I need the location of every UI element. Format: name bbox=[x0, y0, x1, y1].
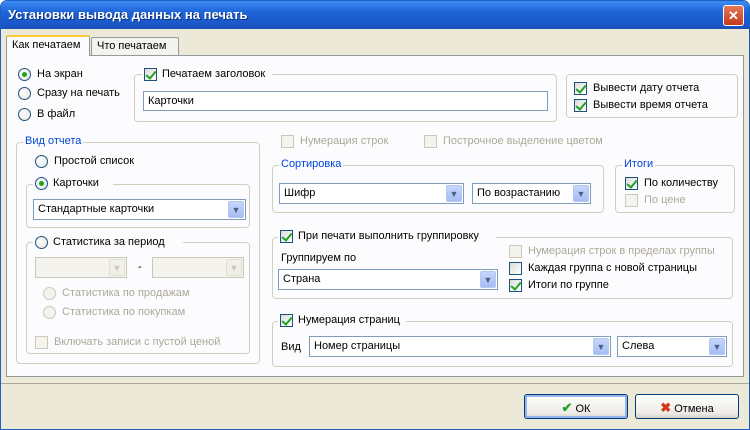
numbering-within-group-label: Нумерация строк в пределах группы bbox=[528, 245, 715, 257]
chevron-down-icon[interactable]: ▼ bbox=[709, 338, 725, 355]
tab-panel: На экран Сразу на печать В файл Печатаем… bbox=[6, 55, 744, 377]
radio-stats-by-sales-label: Статистика по продажам bbox=[62, 287, 190, 299]
show-time-label: Вывести время отчета bbox=[593, 99, 708, 111]
chevron-down-icon[interactable]: ▼ bbox=[109, 259, 125, 276]
cancel-x-icon: ✖ bbox=[660, 400, 672, 415]
totals-by-quantity-label: По количеству bbox=[644, 177, 718, 189]
header-text-input[interactable]: Карточки bbox=[143, 91, 548, 111]
report-type-legend: Вид отчета bbox=[23, 135, 84, 147]
radio-to-printer-label: Сразу на печать bbox=[37, 87, 120, 99]
period-dash: - bbox=[138, 261, 142, 273]
show-date-checkbox[interactable] bbox=[574, 82, 587, 95]
close-icon[interactable]: ✕ bbox=[723, 5, 744, 26]
totals-by-quantity-checkbox[interactable] bbox=[625, 177, 638, 190]
date-time-group bbox=[566, 74, 738, 118]
page-numbering-legend: Нумерация страниц bbox=[278, 313, 406, 329]
show-time-checkbox[interactable] bbox=[574, 99, 587, 112]
chevron-down-icon[interactable]: ▼ bbox=[228, 201, 244, 218]
sort-field-value: Шифр bbox=[284, 187, 316, 199]
chevron-down-icon[interactable]: ▼ bbox=[593, 338, 609, 355]
group-by-select[interactable]: Страна ▼ bbox=[278, 269, 498, 290]
header-legend: Печатаем заголовок bbox=[142, 67, 272, 83]
cards-legend: Карточки bbox=[33, 176, 113, 192]
row-numbering-label: Нумерация строк bbox=[300, 135, 389, 147]
color-rows-label: Построчное выделение цветом bbox=[443, 135, 603, 147]
group-by-value: Страна bbox=[283, 273, 321, 285]
chevron-down-icon[interactable]: ▼ bbox=[446, 185, 462, 202]
radio-cards-label: Карточки bbox=[53, 177, 99, 189]
page-view-select[interactable]: Номер страницы ▼ bbox=[309, 336, 611, 357]
print-header-checkbox[interactable] bbox=[144, 68, 157, 81]
totals-by-price-label: По цене bbox=[644, 194, 686, 206]
radio-period-stats-label: Статистика за период bbox=[53, 236, 165, 248]
radio-stats-by-sales[interactable] bbox=[43, 287, 56, 300]
footer-divider bbox=[1, 383, 749, 384]
chevron-down-icon[interactable]: ▼ bbox=[573, 185, 589, 202]
sorting-legend: Сортировка bbox=[279, 158, 344, 170]
period-from-select[interactable]: ▼ bbox=[35, 257, 127, 278]
group-totals-label: Итоги по группе bbox=[528, 279, 609, 291]
radio-to-printer[interactable] bbox=[18, 87, 31, 100]
include-zero-price-label: Включать записи с пустой ценой bbox=[54, 336, 221, 348]
title-bar: Установки вывода данных на печать ✕ bbox=[1, 1, 749, 29]
checkmark-icon: ✔ bbox=[561, 400, 573, 415]
sort-field-select[interactable]: Шифр ▼ bbox=[279, 183, 464, 204]
totals-by-price-checkbox[interactable] bbox=[625, 194, 638, 207]
print-header-label: Печатаем заголовок bbox=[162, 68, 266, 80]
cancel-button-label: Отмена bbox=[674, 403, 714, 415]
radio-simple-list[interactable] bbox=[35, 155, 48, 168]
cancel-button[interactable]: ✖ Отмена bbox=[635, 394, 739, 419]
numbering-within-group-checkbox[interactable] bbox=[509, 245, 522, 258]
period-to-select[interactable]: ▼ bbox=[152, 257, 244, 278]
row-numbering-checkbox[interactable] bbox=[281, 135, 294, 148]
group-totals-checkbox[interactable] bbox=[509, 279, 522, 292]
chevron-down-icon[interactable]: ▼ bbox=[226, 259, 242, 276]
tab-what-to-print[interactable]: Что печатаем bbox=[91, 37, 179, 55]
grouping-legend: При печати выполнить группировку bbox=[278, 228, 496, 244]
cards-style-select[interactable]: Стандартные карточки ▼ bbox=[33, 199, 246, 220]
radio-stats-by-purchases-label: Статистика по покупкам bbox=[62, 306, 186, 318]
page-position-value: Слева bbox=[622, 340, 655, 352]
radio-period-stats[interactable] bbox=[35, 236, 48, 249]
group-new-page-label: Каждая группа с новой страницы bbox=[528, 262, 698, 274]
show-date-label: Вывести дату отчета bbox=[593, 82, 700, 94]
cards-style-value: Стандартные карточки bbox=[38, 203, 155, 215]
sort-order-value: По возрастанию bbox=[477, 187, 561, 199]
radio-stats-by-purchases[interactable] bbox=[43, 306, 56, 319]
chevron-down-icon[interactable]: ▼ bbox=[480, 271, 496, 288]
totals-legend: Итоги bbox=[622, 158, 656, 170]
ok-button[interactable]: ✔ ОК bbox=[524, 394, 628, 419]
page-position-select[interactable]: Слева ▼ bbox=[617, 336, 727, 357]
dialog-window: Установки вывода данных на печать ✕ Как … bbox=[0, 0, 750, 430]
tab-how-to-print[interactable]: Как печатаем bbox=[6, 35, 90, 56]
radio-to-file-label: В файл bbox=[37, 108, 76, 120]
group-by-label: Группируем по bbox=[281, 252, 357, 264]
page-view-value: Номер страницы bbox=[314, 340, 401, 352]
radio-to-file[interactable] bbox=[18, 108, 31, 121]
sort-order-select[interactable]: По возрастанию ▼ bbox=[472, 183, 591, 204]
color-rows-checkbox[interactable] bbox=[424, 135, 437, 148]
ok-button-label: ОК bbox=[575, 403, 591, 415]
radio-cards[interactable] bbox=[35, 177, 48, 190]
page-view-label: Вид bbox=[281, 341, 301, 353]
include-zero-price-checkbox[interactable] bbox=[35, 336, 48, 349]
radio-to-screen[interactable] bbox=[18, 68, 31, 81]
window-title: Установки вывода данных на печать bbox=[8, 7, 248, 22]
page-numbering-checkbox[interactable] bbox=[280, 314, 293, 327]
period-stats-legend: Статистика за период bbox=[33, 234, 183, 250]
grouping-enabled-checkbox[interactable] bbox=[280, 230, 293, 243]
grouping-enabled-label: При печати выполнить группировку bbox=[298, 230, 479, 242]
radio-to-screen-label: На экран bbox=[37, 68, 83, 80]
radio-simple-list-label: Простой список bbox=[54, 155, 135, 167]
group-new-page-checkbox[interactable] bbox=[509, 262, 522, 275]
page-numbering-label: Нумерация страниц bbox=[298, 314, 400, 326]
